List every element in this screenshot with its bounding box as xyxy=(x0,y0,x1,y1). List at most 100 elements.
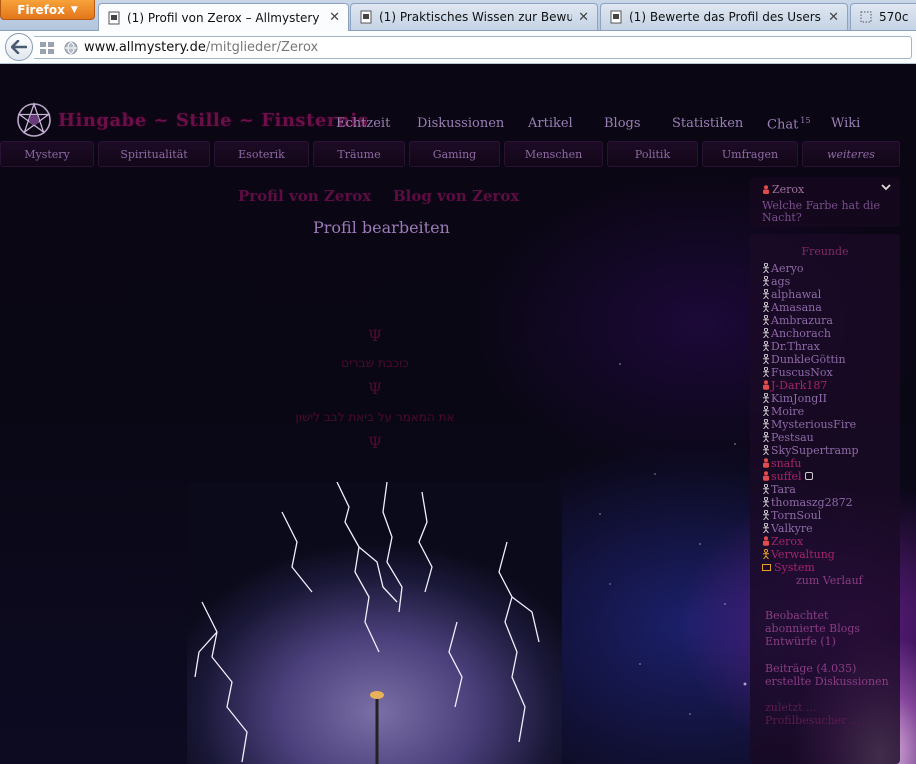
psi-symbol: Ψ xyxy=(367,433,383,452)
current-user-name: Zerox xyxy=(772,183,805,196)
user-offline-icon xyxy=(763,523,769,533)
friend-item[interactable]: Aeryo xyxy=(762,262,804,275)
friend-item[interactable]: Valkyre xyxy=(762,522,813,535)
category-politik[interactable]: Politik xyxy=(607,141,698,167)
profile-edit-link[interactable]: Profil bearbeiten xyxy=(313,218,450,237)
lightning-illustration xyxy=(194,482,540,764)
tab-close-icon[interactable]: ✕ xyxy=(578,10,589,25)
current-user[interactable]: Zerox xyxy=(762,183,804,196)
friend-item[interactable]: Dr.Thrax xyxy=(762,340,820,353)
user-offline-icon xyxy=(763,445,769,455)
friend-item[interactable]: thomaszg2872 xyxy=(762,496,853,509)
friend-item[interactable]: FuscusNox xyxy=(762,366,833,379)
friend-item[interactable]: TornSoul xyxy=(762,509,821,522)
friend-name: Zerox xyxy=(771,535,804,548)
category-navigation: Mystery Spiritualität Esoterik Träume Ga… xyxy=(0,141,900,167)
mobile-device-icon xyxy=(804,472,813,480)
user-sidebar: Zerox Welche Farbe hat die Nacht? Freund… xyxy=(750,177,900,764)
subscribed-blogs-link[interactable]: abonnierte Blogs xyxy=(765,622,860,635)
friend-item[interactable]: DunkleGöttin xyxy=(762,353,846,366)
category-esoterik[interactable]: Esoterik xyxy=(214,141,309,167)
back-arrow-icon xyxy=(11,40,27,54)
tab-title: (1) Profil von Zerox – Allmystery xyxy=(127,10,320,25)
friend-name: Anchorach xyxy=(771,327,831,340)
friend-item[interactable]: Zerox xyxy=(762,535,803,548)
friend-item[interactable]: Pestsau xyxy=(762,431,814,444)
user-offline-icon xyxy=(763,341,769,351)
category-gaming[interactable]: Gaming xyxy=(409,141,500,167)
friend-name: Moire xyxy=(771,405,805,418)
friend-item[interactable]: Moire xyxy=(762,405,804,418)
identity-grid-icon[interactable] xyxy=(40,41,54,54)
category-spiritualitaet[interactable]: Spiritualität xyxy=(98,141,210,167)
friend-name: Tara xyxy=(771,483,796,496)
pentagram-logo-icon[interactable] xyxy=(16,98,52,144)
friend-name: thomaszg2872 xyxy=(771,496,853,509)
back-button[interactable] xyxy=(5,33,33,61)
site-title[interactable]: Hingabe ~ Stille ~ Finsternis xyxy=(58,110,368,131)
user-status-question[interactable]: Welche Farbe hat die Nacht? xyxy=(762,200,894,224)
page-favicon-icon xyxy=(108,11,120,24)
system-messages[interactable]: System xyxy=(762,561,815,574)
nav-chat[interactable]: Chat 15 xyxy=(767,116,810,132)
browser-nav-bar: www.allmystery.de/mitglieder/Zerox xyxy=(0,31,916,64)
tab-title: 570c48_ xyxy=(879,10,908,24)
drafts-link[interactable]: Entwürfe (1) xyxy=(765,635,836,648)
friend-item[interactable]: SkySupertramp xyxy=(762,444,859,457)
friend-item[interactable]: Anchorach xyxy=(762,327,831,340)
friend-item[interactable]: MysteriousFire xyxy=(762,418,856,431)
nav-echtzeit[interactable]: Echtzeit xyxy=(336,116,390,131)
friend-item[interactable]: Amasana xyxy=(762,301,822,314)
tab-blog[interactable]: Blog von Zerox xyxy=(393,187,519,205)
browser-tab-active[interactable]: (1) Profil von Zerox – Allmystery ✕ xyxy=(98,3,349,31)
browser-tab[interactable]: (1) Praktisches Wissen zur Bewußtsei... … xyxy=(350,3,598,30)
watched-link[interactable]: Beobachtet xyxy=(765,609,828,622)
category-mystery[interactable]: Mystery xyxy=(0,141,94,167)
profile-visitors-link[interactable]: Profilbesucher ... xyxy=(765,714,860,727)
friend-item[interactable]: snafu xyxy=(762,457,801,470)
category-weiteres[interactable]: weiteres xyxy=(802,141,900,167)
user-offline-icon xyxy=(763,510,769,520)
friend-item[interactable]: KimJongII xyxy=(762,392,827,405)
user-online-icon xyxy=(763,471,769,481)
nav-statistiken[interactable]: Statistiken xyxy=(672,116,743,131)
url-text: www.allmystery.de/mitglieder/Zerox xyxy=(84,40,318,55)
friend-item[interactable]: ags xyxy=(762,275,790,288)
user-online-icon xyxy=(763,380,769,390)
recent-link[interactable]: zuletzt ... xyxy=(765,701,817,714)
user-offline-icon xyxy=(763,315,769,325)
friend-item[interactable]: alphawal xyxy=(762,288,821,301)
profile-hebrew-line: כוכבת שברים xyxy=(341,356,409,370)
tab-close-icon[interactable]: ✕ xyxy=(828,10,839,25)
firefox-menu-label: Firefox xyxy=(17,2,65,17)
browser-tab[interactable]: 570c48_ xyxy=(850,3,916,30)
profile-hebrew-line: את המאמר על ביאת לבב לישון xyxy=(295,410,455,424)
browser-tab[interactable]: (1) Bewerte das Profil des Users über ..… xyxy=(600,3,848,30)
category-traeume[interactable]: Träume xyxy=(313,141,405,167)
firefox-menu-button[interactable]: Firefox ▼ xyxy=(0,0,95,20)
chevron-down-icon[interactable] xyxy=(880,181,892,193)
site-header: Hingabe ~ Stille ~ Finsternis Echtzeit D… xyxy=(0,76,900,140)
user-offline-icon xyxy=(763,484,769,494)
history-link[interactable]: zum Verlauf xyxy=(796,574,863,587)
nav-artikel[interactable]: Artikel xyxy=(528,116,573,131)
friend-item[interactable]: Ambrazura xyxy=(762,314,833,327)
created-discussions-link[interactable]: erstellte Diskussionen xyxy=(765,675,889,688)
category-menschen[interactable]: Menschen xyxy=(504,141,603,167)
friend-item[interactable]: J-Dark187 xyxy=(762,379,827,392)
posts-link[interactable]: Beiträge (4.035) xyxy=(765,662,856,675)
tab-profile[interactable]: Profil von Zerox xyxy=(238,187,371,205)
url-bar[interactable]: www.allmystery.de/mitglieder/Zerox xyxy=(34,36,912,59)
friend-item[interactable]: Verwaltung xyxy=(762,548,835,561)
friend-item[interactable]: Tara xyxy=(762,483,796,496)
friend-name: Verwaltung xyxy=(771,548,835,561)
user-online-icon xyxy=(763,185,769,194)
tab-close-icon[interactable]: ✕ xyxy=(329,10,340,25)
nav-wiki[interactable]: Wiki xyxy=(831,116,860,131)
nav-blogs[interactable]: Blogs xyxy=(604,116,641,131)
tab-title: (1) Bewerte das Profil des Users über ..… xyxy=(629,10,822,24)
friend-item[interactable]: suffel xyxy=(762,470,813,483)
user-offline-icon xyxy=(763,302,769,312)
category-umfragen[interactable]: Umfragen xyxy=(702,141,798,167)
nav-diskussionen[interactable]: Diskussionen xyxy=(417,116,504,131)
